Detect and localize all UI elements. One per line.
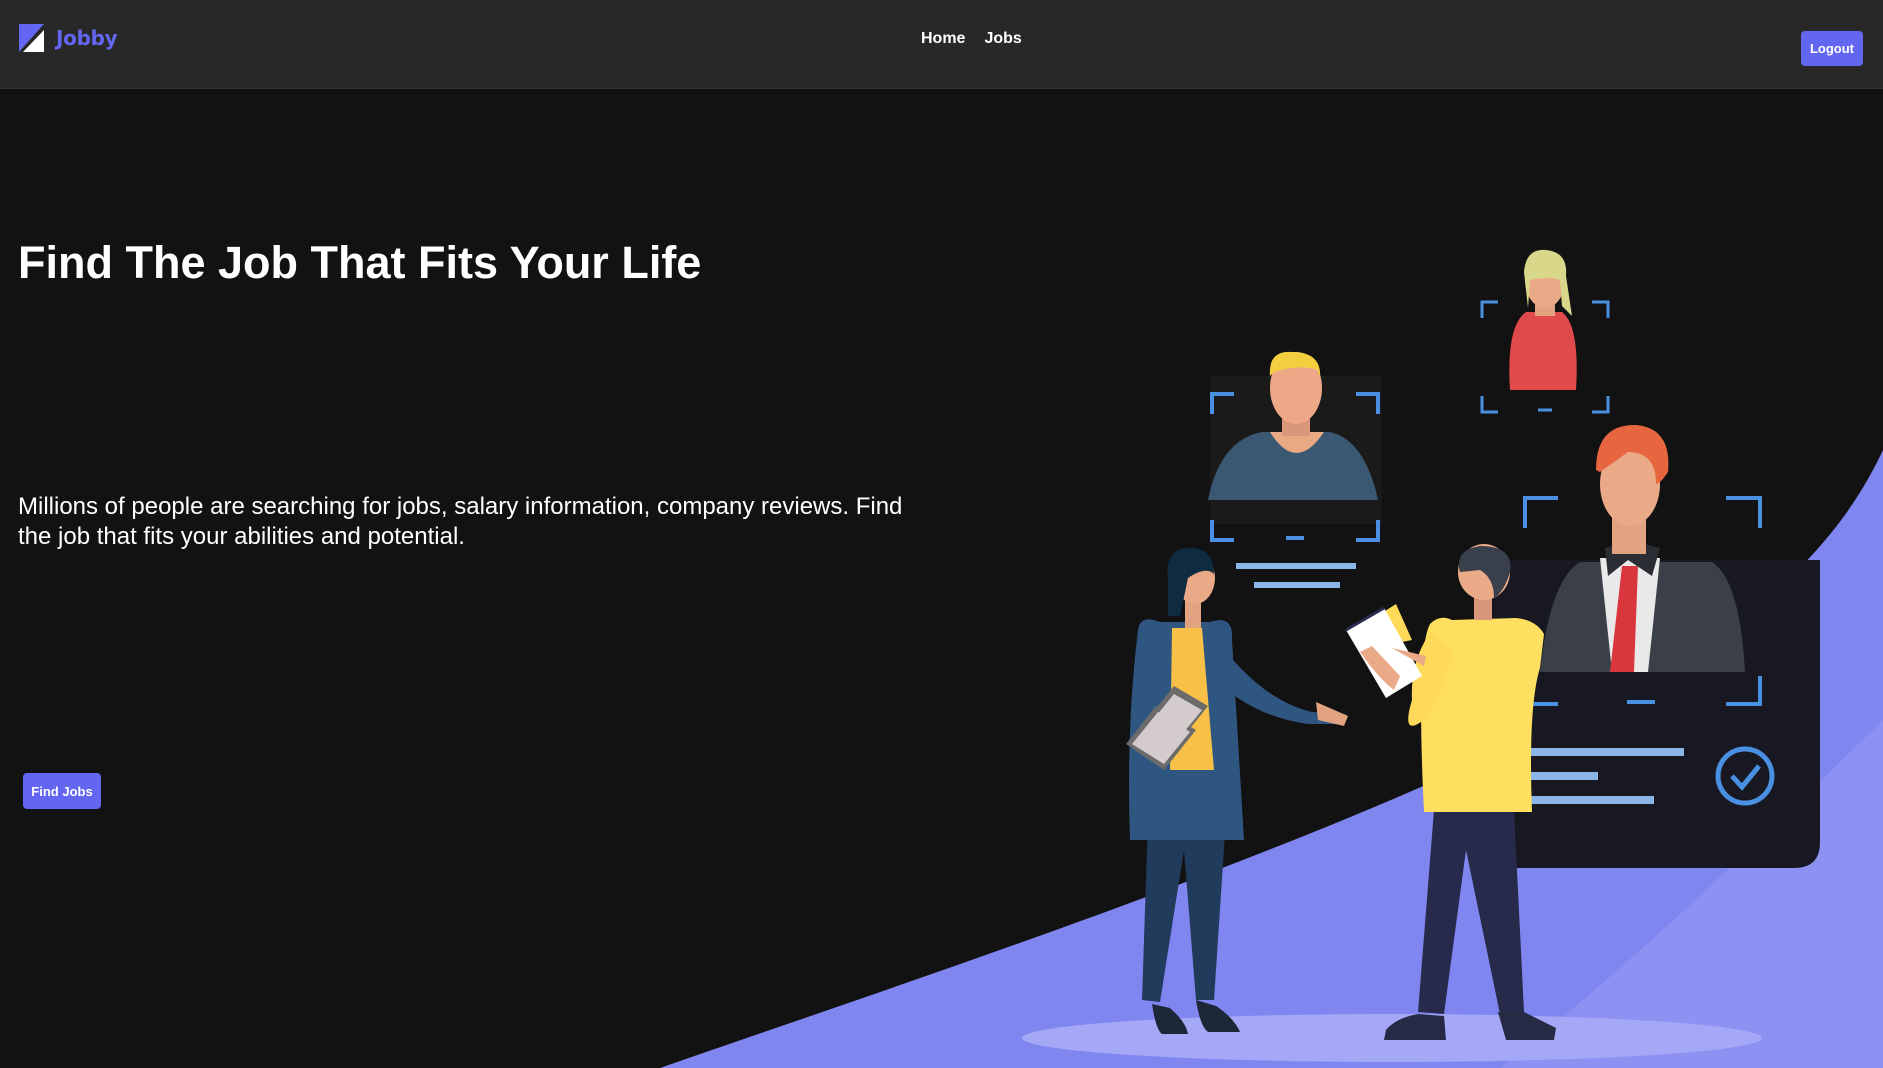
scan-frame-woman (1480, 300, 1610, 414)
profile-card (1475, 560, 1820, 868)
candidate-blond-man (1208, 351, 1378, 500)
jobby-logo-icon (19, 24, 44, 52)
card-text-lines (1522, 748, 1684, 804)
nav-link-home[interactable]: Home (921, 30, 965, 48)
brand-name: Jobby (56, 26, 118, 50)
find-jobs-button[interactable]: Find Jobs (23, 773, 101, 809)
brand-logo[interactable]: Jobby (19, 24, 118, 52)
blond-text-lines (1236, 563, 1356, 588)
scan-frame-large (1523, 496, 1762, 706)
ground-shadow (1022, 1014, 1762, 1062)
nav-link-jobs[interactable]: Jobs (984, 30, 1021, 48)
nav-links: Home Jobs (921, 30, 1022, 48)
background-hill-light (1500, 720, 1883, 1068)
candidate-frame-box (1210, 376, 1382, 524)
clipboard-icon (1126, 686, 1208, 770)
hero-title: Find The Job That Fits Your Life (18, 237, 702, 288)
candidate-woman (1509, 249, 1577, 390)
navbar: Jobby Home Jobs Logout (0, 0, 1883, 89)
man-figure (1345, 544, 1556, 1040)
woman-figure (1126, 548, 1348, 1034)
hero-description: Millions of people are searching for job… (18, 493, 903, 550)
check-circle-icon (1715, 746, 1775, 806)
logout-button[interactable]: Logout (1801, 31, 1863, 66)
candidate-manager (1540, 424, 1745, 672)
scan-frame-blond (1210, 392, 1380, 542)
